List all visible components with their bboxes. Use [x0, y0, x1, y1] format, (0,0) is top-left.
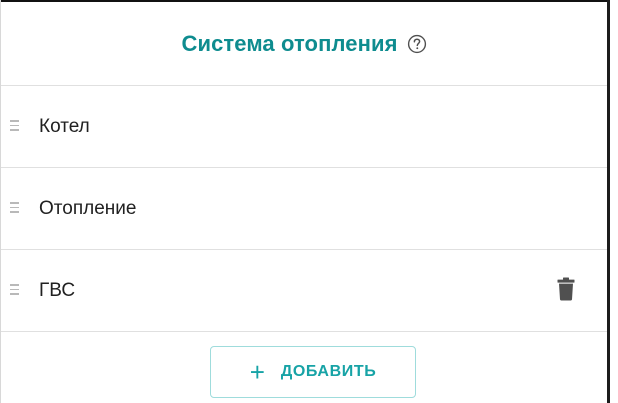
window-right-edge	[607, 0, 610, 403]
add-button-label: ДОБАВИТЬ	[280, 363, 377, 380]
list-item[interactable]: Котел	[1, 86, 607, 168]
plus-icon: +	[249, 357, 265, 387]
list-item-label: Отопление	[39, 198, 137, 219]
help-circle-icon[interactable]	[407, 34, 427, 54]
list-item[interactable]: Отопление	[1, 168, 607, 250]
list-item[interactable]: ГВС	[1, 250, 607, 332]
drag-handle-icon[interactable]	[10, 284, 19, 295]
panel-header: Система отопления	[1, 2, 607, 86]
drag-handle-icon[interactable]	[10, 202, 19, 213]
list-item-label: ГВС	[39, 280, 76, 301]
drag-handle-icon[interactable]	[10, 120, 19, 131]
trash-icon[interactable]	[556, 277, 576, 301]
list-item-label: Котел	[39, 116, 90, 137]
heating-system-panel: Система отопления Котел Отопление ГВС + …	[0, 0, 618, 403]
panel-title: Система отопления	[181, 30, 398, 56]
add-button[interactable]: + ДОБАВИТЬ	[210, 346, 416, 398]
